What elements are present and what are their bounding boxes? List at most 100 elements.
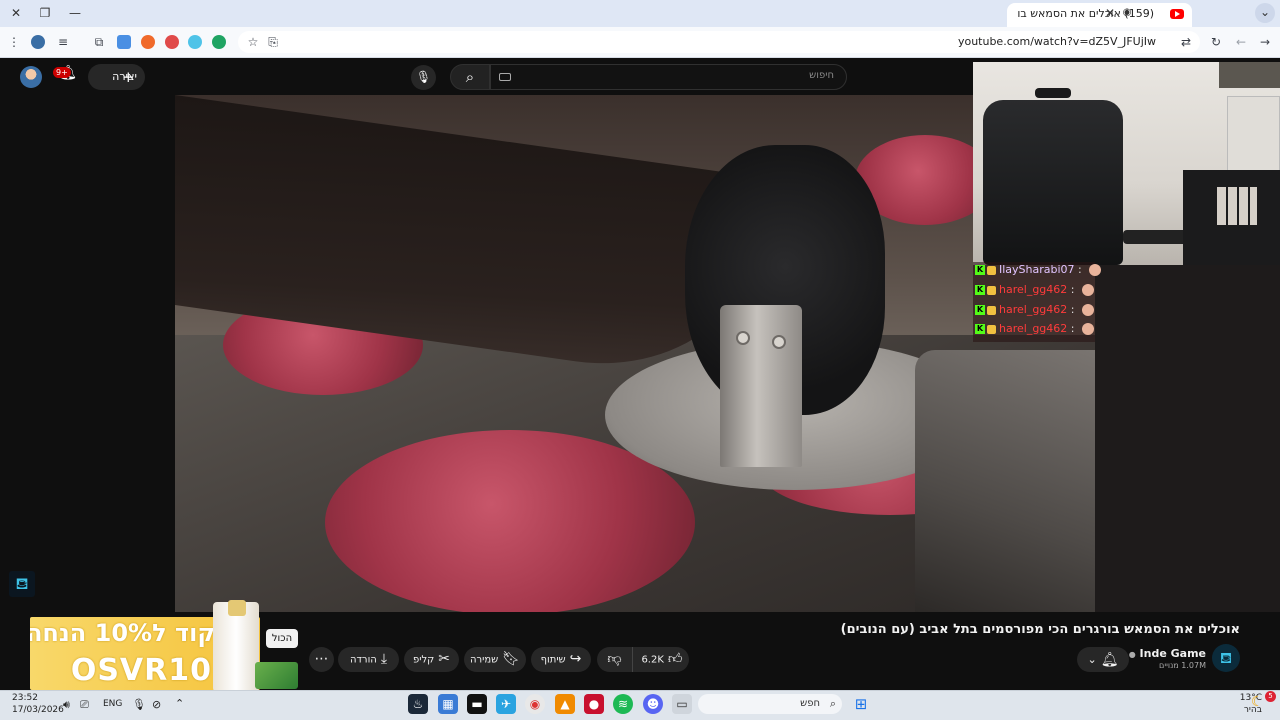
windows-start-icon[interactable]: ⊞ bbox=[851, 694, 871, 714]
profile-avatar-icon[interactable] bbox=[31, 35, 45, 49]
vlc-taskbar-icon[interactable]: ▲ bbox=[555, 694, 575, 714]
discord-taskbar-icon[interactable]: ☻ bbox=[643, 694, 663, 714]
chevron-down-icon: ⌄ bbox=[1087, 653, 1097, 666]
keyboard-icon[interactable] bbox=[499, 73, 511, 81]
forward-icon[interactable]: ← bbox=[1233, 34, 1249, 50]
bookmark-star-icon[interactable]: ☆ bbox=[245, 34, 261, 50]
dislike-button[interactable]: 👎︎ bbox=[597, 647, 633, 672]
tab-audio-icon[interactable]: ◉ bbox=[1117, 4, 1137, 22]
chrome-taskbar-icon[interactable]: ◉ bbox=[525, 694, 545, 714]
terminal-taskbar-icon[interactable]: ▬ bbox=[467, 694, 487, 714]
extension-orange-icon[interactable] bbox=[141, 35, 155, 49]
save-button[interactable]: 🔖︎שמירה bbox=[464, 647, 526, 672]
close-window-icon[interactable]: ✕ bbox=[6, 4, 26, 22]
app-red-taskbar-icon[interactable]: ● bbox=[584, 694, 604, 714]
channel-name[interactable]: Inde Game ● bbox=[1129, 647, 1206, 660]
taskbar-search-input[interactable]: ⌕ חפש bbox=[698, 694, 842, 714]
browser-tab-bar: ✕ ❐ — + (159) אוכלים את הסמאש בו ✕ ◉ ⌄ bbox=[0, 0, 1280, 27]
telegram-taskbar-icon[interactable]: ✈ bbox=[496, 694, 516, 714]
address-bar[interactable]: ☆ ⎘ youtube.com/watch?v=dZ5V_JFUjIw ⇄ bbox=[238, 31, 1200, 53]
clip-label: קליפ bbox=[413, 654, 435, 666]
chat-avatar-icon bbox=[1081, 284, 1094, 296]
steam-taskbar-icon[interactable]: ♨ bbox=[408, 694, 428, 714]
chat-message: Kharel_gg462 : bbox=[975, 320, 1094, 338]
weather-moon-icon[interactable]: ☾ bbox=[1251, 694, 1264, 710]
plus-icon: + bbox=[122, 68, 135, 86]
minimize-window-icon[interactable]: — bbox=[65, 4, 85, 22]
tab-search-icon[interactable]: ⌄ bbox=[1255, 3, 1275, 23]
chat-username: IlaySharabi07 bbox=[999, 263, 1075, 276]
create-button[interactable]: + יצירה bbox=[88, 64, 145, 90]
share-label: שיתוף bbox=[540, 654, 566, 666]
tray-expand-icon[interactable]: ⌃ bbox=[175, 697, 184, 710]
gaming-chair bbox=[983, 100, 1123, 265]
chat-message: Kharel_gg462 : bbox=[975, 301, 1094, 319]
thumbs-up-icon: 👍︎ bbox=[667, 651, 683, 667]
windows-taskbar bbox=[0, 690, 1280, 720]
all-chip[interactable]: הכול bbox=[266, 629, 298, 648]
reload-icon[interactable]: ↻ bbox=[1208, 34, 1224, 50]
sub-badge-icon bbox=[987, 324, 996, 334]
perfume-cap bbox=[228, 600, 246, 616]
clock-time[interactable]: 23:52 bbox=[12, 693, 38, 703]
like-count: 6.2K bbox=[641, 654, 664, 666]
subscriber-count: 1.07M מנויים bbox=[1159, 661, 1206, 670]
kick-badge-icon: K bbox=[975, 305, 985, 315]
download-button[interactable]: ⤓הורדה bbox=[338, 647, 399, 672]
search-placeholder: חיפוש bbox=[809, 70, 834, 81]
channel-name-text: Inde Game bbox=[1139, 647, 1206, 660]
webcam-overlay bbox=[973, 62, 1280, 265]
video-player[interactable] bbox=[175, 95, 1095, 612]
back-icon[interactable]: → bbox=[1257, 34, 1273, 50]
bell-icon: 🔔︎ bbox=[1100, 651, 1119, 668]
weather-badge: 5 bbox=[1265, 691, 1276, 702]
extension-red-icon[interactable] bbox=[165, 35, 179, 49]
spotify-taskbar-icon[interactable]: ≋ bbox=[613, 694, 633, 714]
microphone-icon[interactable]: 🎙︎ bbox=[132, 698, 146, 711]
chat-username: harel_gg462 bbox=[999, 322, 1068, 335]
voice-search-icon[interactable]: 🎙︎ bbox=[411, 65, 436, 90]
reading-list-icon[interactable]: ≡ bbox=[55, 34, 71, 50]
search-button[interactable]: ⌕ bbox=[450, 64, 490, 90]
browser-menu-icon[interactable]: ⋮ bbox=[6, 34, 22, 50]
basket-logo-icon[interactable]: ⛾ bbox=[9, 571, 35, 597]
chat-avatar-icon bbox=[1089, 264, 1102, 276]
extensions-icon[interactable]: ⧉ bbox=[91, 34, 107, 50]
share-icon: ↪ bbox=[569, 651, 582, 667]
file-explorer-taskbar-icon[interactable]: ▭ bbox=[672, 694, 692, 714]
chat-username: harel_gg462 bbox=[999, 283, 1068, 296]
clip-button[interactable]: ✂קליפ bbox=[404, 647, 459, 672]
subscribed-button[interactable]: 🔔︎⌄ bbox=[1077, 647, 1129, 672]
site-settings-icon[interactable]: ⇄ bbox=[1178, 34, 1194, 50]
extension-blue-icon[interactable] bbox=[188, 35, 202, 49]
channel-avatar-basket-icon[interactable]: ⛾ bbox=[1212, 644, 1240, 672]
chat-avatar-icon bbox=[1081, 323, 1094, 335]
apps-grid-taskbar-icon[interactable]: ▦ bbox=[438, 694, 458, 714]
restore-window-icon[interactable]: ❐ bbox=[35, 4, 55, 22]
metal-tray bbox=[915, 350, 1095, 612]
bolt-right bbox=[772, 335, 786, 349]
wifi-off-icon[interactable]: ⊘ bbox=[152, 698, 161, 711]
video-title: אוכלים את הסמאש בורגרים הכי מפורסמים בתל… bbox=[840, 622, 1240, 637]
like-button[interactable]: 👍︎6.2K bbox=[635, 647, 689, 672]
url-text: youtube.com/watch?v=dZ5V_JFUjIw bbox=[957, 35, 1156, 48]
share-button[interactable]: ↪שיתוף bbox=[531, 647, 591, 672]
extension-green-icon[interactable] bbox=[212, 35, 226, 49]
extension-screen-icon[interactable] bbox=[117, 35, 131, 49]
cast-icon[interactable]: ⎘ bbox=[265, 34, 281, 50]
taskbar-search-label: חפש bbox=[800, 698, 820, 709]
network-icon[interactable]: ⎚ bbox=[80, 698, 89, 712]
download-icon: ⤓ bbox=[380, 651, 388, 667]
sub-badge-icon bbox=[987, 265, 996, 275]
avatar[interactable] bbox=[20, 66, 42, 88]
thumbnail-image[interactable] bbox=[255, 662, 298, 689]
language-indicator[interactable]: ENG bbox=[103, 699, 122, 709]
like-dislike-group: 👎︎ 👍︎6.2K bbox=[597, 647, 689, 672]
clock-date[interactable]: 17/03/2026 bbox=[12, 705, 64, 715]
volume-icon[interactable]: 🔊︎ bbox=[63, 698, 70, 712]
more-actions-button[interactable]: ⋯ bbox=[309, 647, 334, 672]
search-input[interactable]: חיפוש bbox=[490, 64, 847, 90]
video-right-area bbox=[1095, 265, 1280, 612]
kick-badge-icon: K bbox=[975, 324, 985, 334]
save-label: שמירה bbox=[469, 654, 499, 666]
